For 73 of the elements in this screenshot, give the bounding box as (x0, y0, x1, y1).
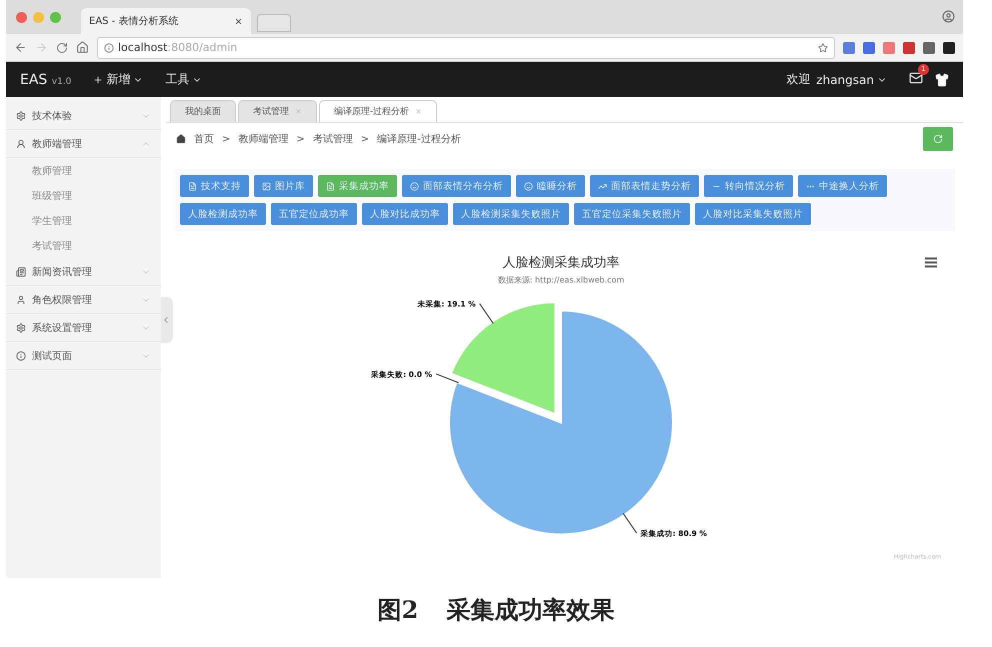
button-icon (524, 182, 533, 190)
star-icon[interactable] (818, 42, 828, 52)
analysis-button[interactable]: 中途换人分析 (798, 175, 887, 197)
plus-icon (93, 74, 104, 84)
figure-caption: 采集成功率效果 (446, 594, 614, 626)
version-text: v1.0 (52, 76, 72, 86)
button-icon (410, 182, 419, 190)
sidebar-item[interactable]: 测试页面 (6, 342, 161, 370)
page-tab[interactable]: 考试管理 (238, 100, 317, 122)
analysis-button[interactable]: 技术支持 (180, 175, 249, 197)
analysis-button[interactable]: 面部表情走势分析 (590, 175, 699, 197)
close-icon[interactable] (234, 16, 243, 26)
browser-tab[interactable]: EAS - 表情分析系统 (81, 8, 251, 34)
browser-tab-title: EAS - 表情分析系统 (89, 14, 178, 28)
leader-line (479, 303, 494, 324)
button-icon (598, 182, 607, 190)
shirt-icon[interactable] (935, 72, 949, 86)
extension-icon[interactable] (943, 42, 955, 54)
menu-item[interactable]: 新增 (93, 71, 144, 88)
separator-text: > (296, 134, 305, 144)
separator-text: > (360, 134, 370, 144)
button-icon (326, 182, 335, 190)
menu-item-icon (16, 266, 26, 276)
analysis-button[interactable]: 转向情况分析 (704, 175, 793, 197)
sidebar-subitem[interactable]: 学生管理 (6, 208, 161, 233)
reload-icon (933, 134, 943, 144)
button-icon (262, 182, 271, 190)
sidebar-item[interactable]: 教师端管理 (6, 130, 161, 158)
page-tab[interactable]: 我的桌面 (170, 100, 236, 122)
separator-text: > (222, 134, 230, 144)
breadcrumb-item[interactable]: 编译原理-过程分析 (377, 132, 461, 146)
menu-item-icon (16, 322, 26, 332)
user-menu[interactable]: zhangsan (816, 72, 887, 86)
chart-title: 人脸检测采集成功率 (502, 256, 620, 270)
menu-item[interactable]: 工具 (165, 71, 202, 88)
analysis-button[interactable]: 面部表情分布分析 (402, 175, 511, 197)
menu-item-icon (16, 138, 26, 148)
breadcrumb-item[interactable]: 首页 (194, 132, 214, 146)
collapse-handle[interactable] (161, 297, 173, 343)
home-icon (176, 134, 186, 144)
button-icon (188, 182, 197, 190)
leader-line (436, 373, 459, 384)
sidebar-item[interactable]: 技术体验 (6, 102, 161, 130)
breadcrumb-item[interactable]: 教师端管理 (238, 132, 288, 146)
home-icon[interactable] (76, 41, 89, 54)
sidebar-item[interactable]: 角色权限管理 (6, 286, 161, 314)
url-text: localhost:8080/admin (118, 41, 238, 54)
refresh-button[interactable] (923, 127, 953, 151)
analysis-button[interactable]: 瞌睡分析 (516, 175, 585, 197)
welcome-text: 欢迎 (786, 71, 810, 88)
figure-number: 图2 (378, 594, 418, 626)
profile-icon[interactable] (942, 10, 955, 23)
back-icon[interactable] (14, 41, 27, 54)
close-window-icon[interactable] (16, 12, 27, 22)
info-icon (104, 42, 114, 52)
sidebar-item[interactable]: 新闻资讯管理 (6, 258, 161, 286)
menu-icon[interactable] (925, 258, 937, 268)
page-tab[interactable]: 编译原理-过程分析 (319, 100, 438, 122)
breadcrumb-item[interactable]: 考试管理 (312, 132, 353, 146)
leader-line (622, 512, 638, 534)
sidebar-subitem[interactable]: 考试管理 (6, 233, 161, 258)
address-field[interactable]: localhost:8080/admin (97, 36, 835, 58)
menu-item-icon (16, 294, 26, 304)
reload-icon[interactable] (56, 42, 68, 54)
app-brand[interactable]: EAS v1.0 (20, 72, 72, 88)
mail-icon[interactable] (909, 71, 923, 85)
analysis-button[interactable]: 人脸检测成功率 (180, 203, 266, 225)
sidebar-subitem[interactable]: 班级管理 (6, 183, 161, 208)
chart-subtitle: 数据来源: http://eas.xlbweb.com (498, 276, 624, 284)
analysis-button[interactable]: 人脸检测采集失败照片 (453, 203, 569, 225)
menu-item-icon (16, 350, 26, 360)
sidebar-subitem[interactable]: 教师管理 (6, 158, 161, 183)
menu-item-icon (16, 110, 26, 120)
